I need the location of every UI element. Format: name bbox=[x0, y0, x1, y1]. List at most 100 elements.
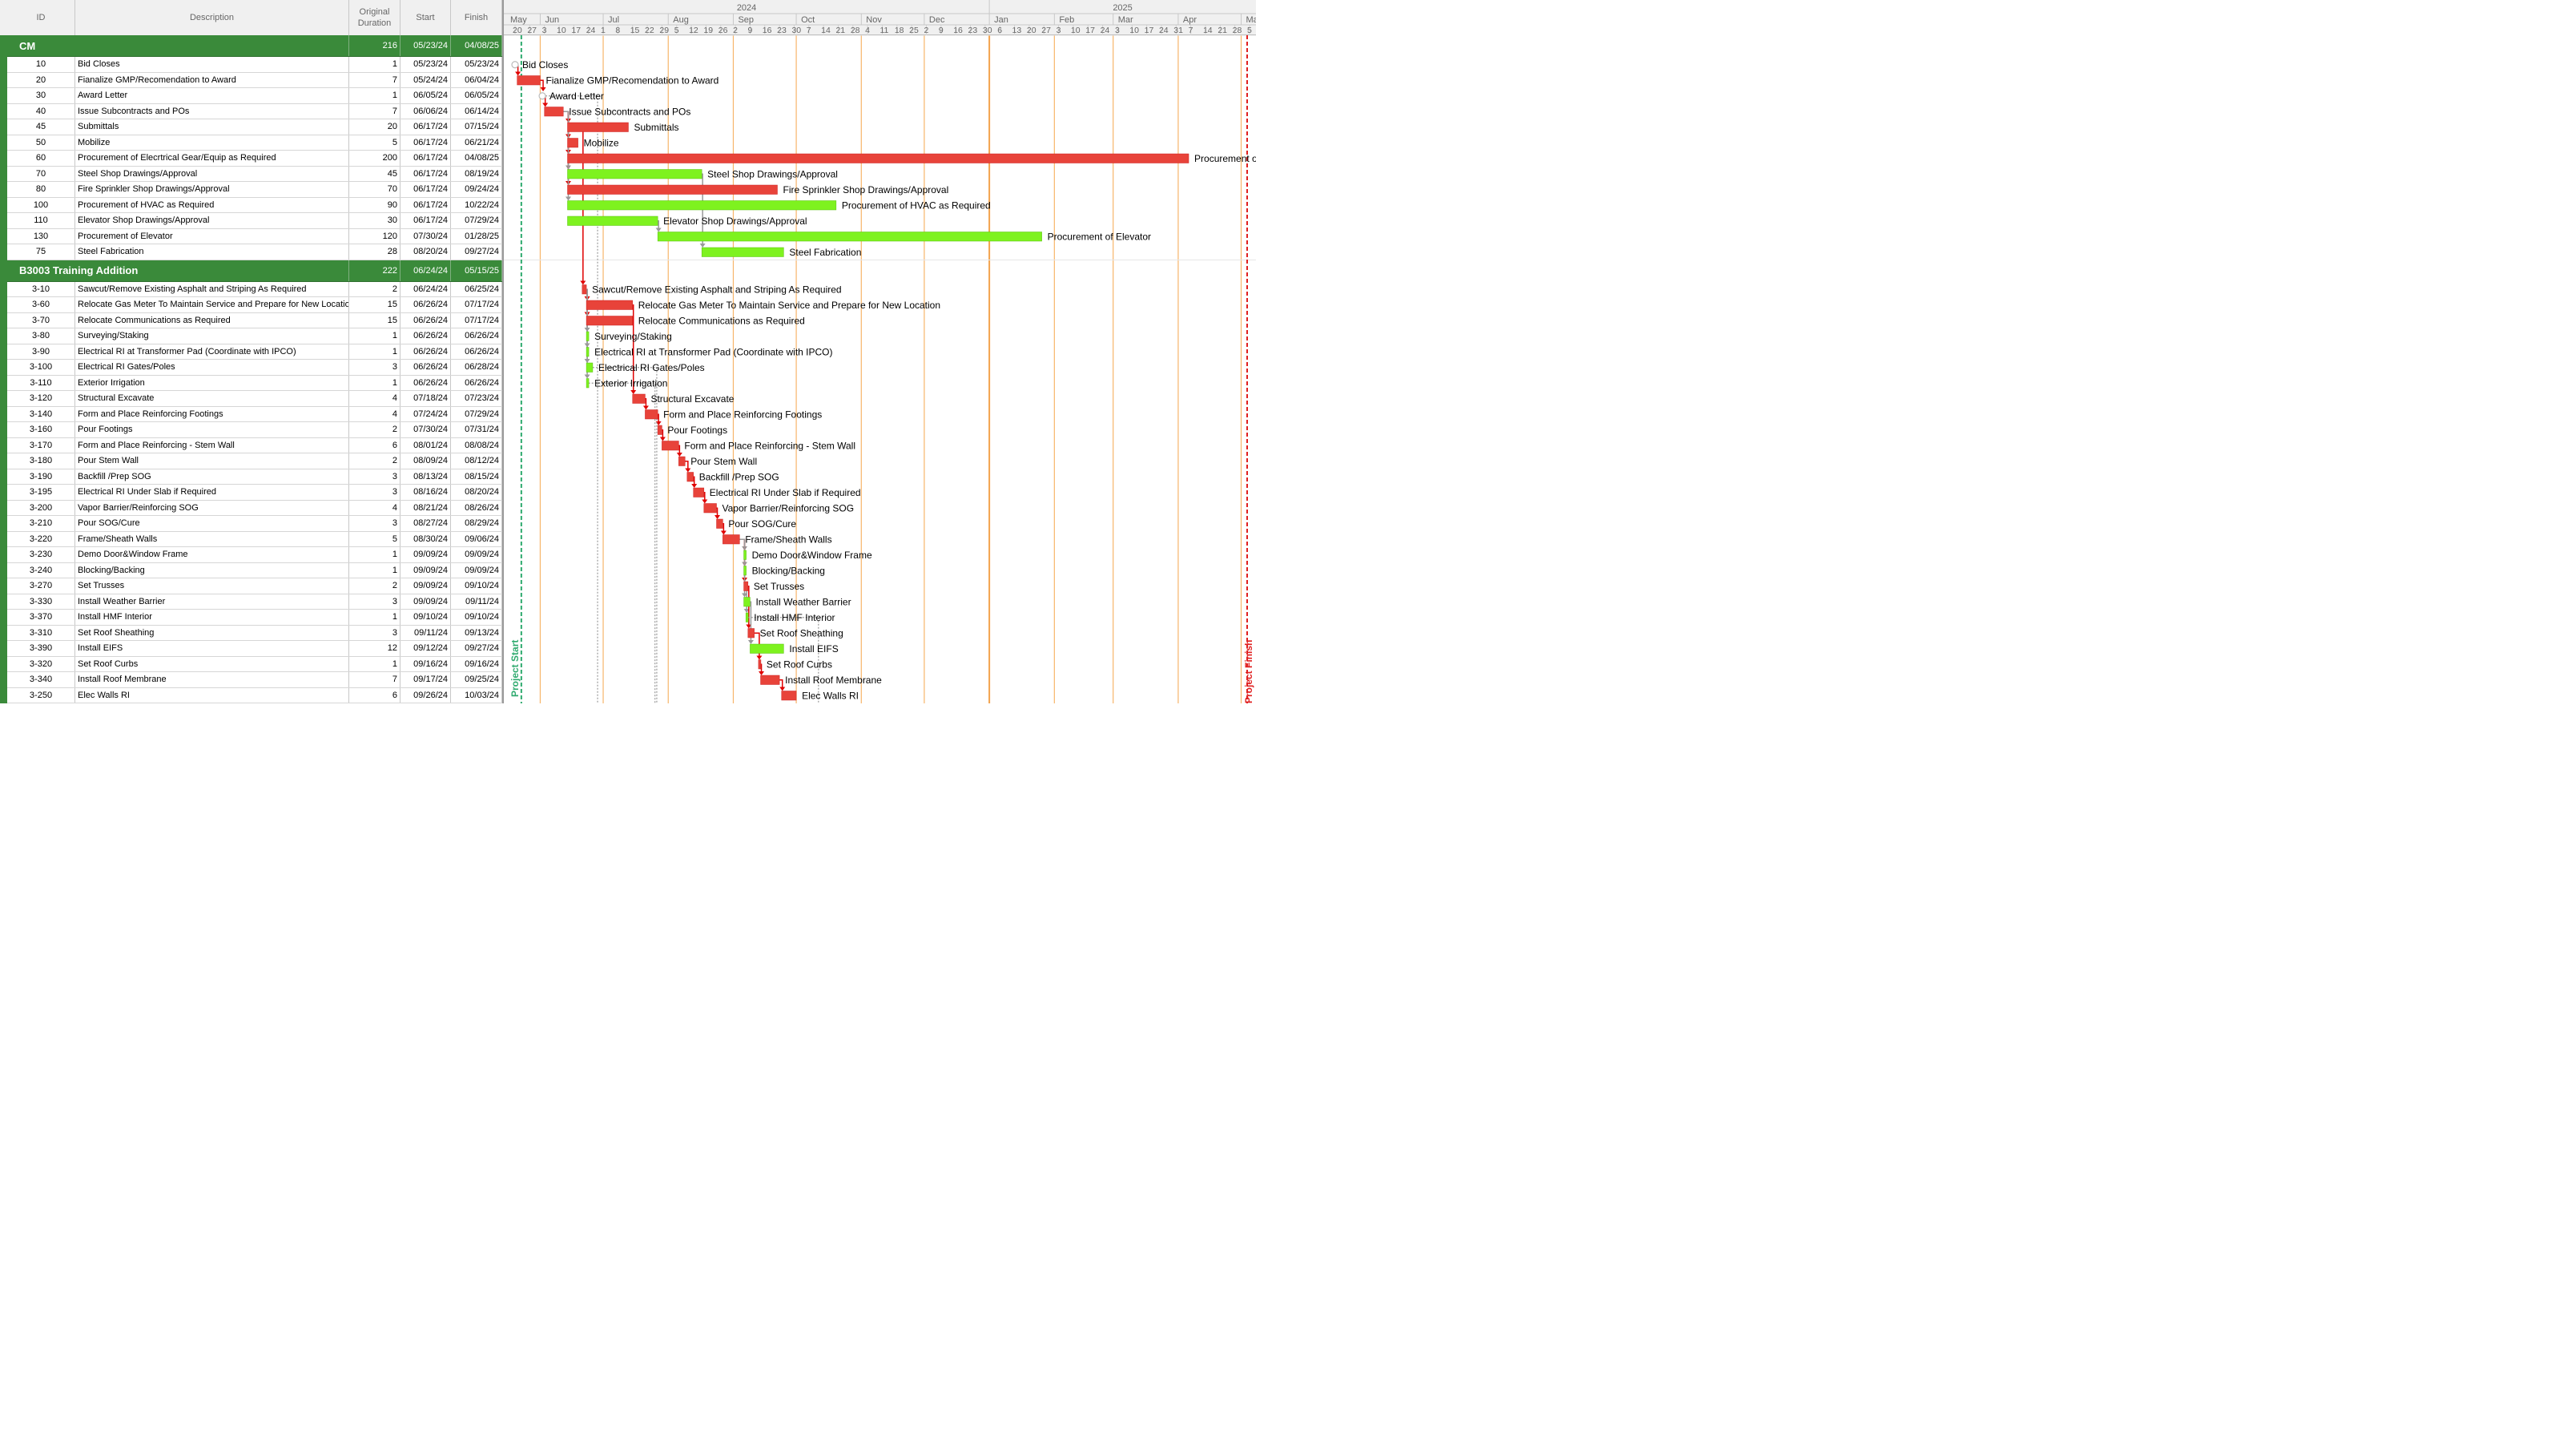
task-bar[interactable] bbox=[657, 232, 1042, 242]
task-row[interactable]: 3-80 Surveying/Staking 1 06/26/24 06/26/24 bbox=[0, 328, 502, 344]
task-row[interactable]: 3-270 Set Trusses 2 09/09/24 09/10/24 bbox=[0, 578, 502, 594]
critical-task-bar[interactable] bbox=[686, 472, 694, 482]
critical-task-bar[interactable] bbox=[586, 300, 633, 310]
critical-task-bar[interactable] bbox=[645, 409, 658, 420]
critical-task-bar[interactable] bbox=[743, 581, 749, 591]
task-row[interactable]: 10 Bid Closes 1 05/23/24 05/23/24 bbox=[0, 56, 502, 73]
task-bar[interactable] bbox=[586, 378, 590, 389]
task-row[interactable]: 3-220 Frame/Sheath Walls 5 08/30/24 09/06/24 bbox=[0, 530, 502, 548]
critical-task-bar[interactable] bbox=[760, 675, 780, 685]
task-row[interactable]: 3-250 Elec Walls RI 6 09/26/24 10/03/24 bbox=[0, 687, 502, 703]
critical-task-bar[interactable] bbox=[781, 691, 797, 701]
task-bar[interactable] bbox=[586, 347, 590, 357]
summary-duration: 216 bbox=[349, 35, 400, 56]
task-row[interactable]: 3-310 Set Roof Sheathing 3 09/11/24 09/13/24 bbox=[0, 624, 502, 642]
task-bar[interactable] bbox=[567, 169, 702, 179]
critical-task-bar[interactable] bbox=[678, 456, 686, 466]
column-header-start[interactable]: Start bbox=[400, 0, 451, 35]
task-row[interactable]: 3-230 Demo Door&Window Frame 1 09/09/24 09/0… bbox=[0, 546, 502, 563]
task-row[interactable]: 75 Steel Fabrication 28 08/20/24 09/27/24 bbox=[0, 244, 502, 260]
task-finish: 08/19/24 bbox=[451, 166, 502, 181]
summary-row[interactable]: CM 216 05/23/24 04/08/25 bbox=[0, 35, 502, 57]
critical-task-bar[interactable] bbox=[662, 441, 679, 451]
task-bar-label: Electrical RI at Transformer Pad (Coordi… bbox=[594, 346, 832, 357]
critical-task-bar[interactable] bbox=[544, 107, 564, 117]
task-row[interactable]: 3-140 Form and Place Reinforcing Footings… bbox=[0, 405, 502, 423]
task-bar-label: Set Roof Curbs bbox=[767, 659, 832, 670]
month-label: Nov bbox=[866, 15, 882, 25]
critical-task-bar[interactable] bbox=[582, 284, 587, 295]
task-row[interactable]: 3-170 Form and Place Reinforcing - Stem W… bbox=[0, 437, 502, 454]
critical-task-bar[interactable] bbox=[632, 393, 646, 404]
task-bar[interactable] bbox=[745, 612, 749, 622]
task-row[interactable]: 3-10 Sawcut/Remove Existing Asphalt and S… bbox=[0, 280, 502, 298]
task-row[interactable]: 40 Issue Subcontracts and POs 7 06/06/24 06/… bbox=[0, 103, 502, 120]
summary-row[interactable]: B3003 Training Addition 222 06/24/24 05/15/… bbox=[0, 260, 502, 282]
task-finish: 05/23/24 bbox=[451, 57, 502, 72]
task-row[interactable]: 70 Steel Shop Drawings/Approval 45 06/17/24… bbox=[0, 165, 502, 183]
task-bar[interactable] bbox=[567, 215, 658, 226]
group-stripe bbox=[0, 484, 7, 501]
task-bar[interactable] bbox=[586, 331, 590, 341]
critical-task-bar[interactable] bbox=[567, 184, 778, 195]
task-row[interactable]: 3-320 Set Roof Curbs 1 09/16/24 09/16/24 bbox=[0, 655, 502, 673]
task-row[interactable]: 3-160 Pour Footings 2 07/30/24 07/31/24 bbox=[0, 421, 502, 438]
week-day-label: 5 bbox=[674, 26, 679, 35]
column-header-duration[interactable]: Original Duration bbox=[349, 0, 400, 35]
task-row[interactable]: 130 Procurement of Elevator 120 07/30/24 01/… bbox=[0, 228, 502, 245]
critical-task-bar[interactable] bbox=[758, 659, 762, 670]
critical-task-bar[interactable] bbox=[567, 138, 578, 148]
task-bar-label: Bid Closes bbox=[522, 59, 568, 70]
critical-task-bar[interactable] bbox=[722, 534, 740, 545]
critical-task-bar[interactable] bbox=[657, 425, 662, 435]
task-row[interactable]: 3-195 Electrical RI Under Slab if Require… bbox=[0, 484, 502, 501]
column-header-description[interactable]: Description bbox=[75, 0, 349, 35]
task-bar[interactable] bbox=[743, 566, 747, 576]
task-description: Steel Shop Drawings/Approval bbox=[75, 166, 349, 181]
task-row[interactable]: 3-200 Vapor Barrier/Reinforcing SOG 4 08/21… bbox=[0, 499, 502, 517]
task-row[interactable]: 3-330 Install Weather Barrier 3 09/09/24 09/… bbox=[0, 593, 502, 610]
critical-task-bar[interactable] bbox=[703, 503, 717, 514]
column-header-finish[interactable]: Finish bbox=[451, 0, 502, 35]
task-row[interactable]: 45 Submittals 20 06/17/24 07/15/24 bbox=[0, 119, 502, 135]
critical-task-bar[interactable] bbox=[693, 487, 705, 497]
task-row[interactable]: 110 Elevator Shop Drawings/Approval 30 06/1… bbox=[0, 212, 502, 229]
task-row[interactable]: 3-120 Structural Excavate 4 07/18/24 07/23/2… bbox=[0, 390, 502, 407]
task-bar[interactable] bbox=[743, 550, 747, 560]
task-row[interactable]: 30 Award Letter 1 06/05/24 06/05/24 bbox=[0, 87, 502, 104]
critical-task-bar[interactable] bbox=[747, 628, 755, 638]
task-bar[interactable] bbox=[567, 200, 837, 211]
task-row[interactable]: 3-390 Install EIFS 12 09/12/24 09/27/24 bbox=[0, 640, 502, 657]
critical-task-bar[interactable] bbox=[567, 122, 629, 132]
milestone-marker[interactable] bbox=[538, 92, 546, 100]
task-bar[interactable] bbox=[701, 247, 784, 257]
task-id: 3-190 bbox=[7, 469, 75, 484]
task-row[interactable]: 3-70 Relocate Communications as Required 1… bbox=[0, 312, 502, 329]
task-row[interactable]: 3-370 Install HMF Interior 1 09/10/24 09/10/… bbox=[0, 609, 502, 626]
task-row[interactable]: 3-240 Blocking/Backing 1 09/09/24 09/09/24 bbox=[0, 562, 502, 579]
critical-task-bar[interactable] bbox=[586, 316, 633, 326]
task-row[interactable]: 50 Mobilize 5 06/17/24 06/21/24 bbox=[0, 134, 502, 151]
task-bar[interactable] bbox=[586, 362, 594, 373]
task-row[interactable]: 3-190 Backfill /Prep SOG 3 08/13/24 08/15/24 bbox=[0, 468, 502, 485]
task-row[interactable]: 3-210 Pour SOG/Cure 3 08/27/24 08/29/24 bbox=[0, 515, 502, 532]
critical-task-bar[interactable] bbox=[567, 153, 1189, 163]
task-row[interactable]: 20 Fianalize GMP/Recomendation to Award 7 0… bbox=[0, 71, 502, 89]
task-start: 08/30/24 bbox=[400, 531, 451, 546]
task-row[interactable]: 80 Fire Sprinkler Shop Drawings/Approval 7… bbox=[0, 181, 502, 198]
task-row[interactable]: 60 Procurement of Elecrtrical Gear/Equip … bbox=[0, 150, 502, 167]
task-row[interactable]: 3-90 Electrical RI at Transformer Pad (Co… bbox=[0, 343, 502, 360]
task-row[interactable]: 3-340 Install Roof Membrane 7 09/17/24 09/25… bbox=[0, 671, 502, 688]
task-row[interactable]: 3-180 Pour Stem Wall 2 08/09/24 08/12/24 bbox=[0, 453, 502, 469]
task-row[interactable]: 3-60 Relocate Gas Meter To Maintain Servi… bbox=[0, 296, 502, 313]
task-row[interactable]: 3-110 Exterior Irrigation 1 06/26/24 06/26/2… bbox=[0, 374, 502, 392]
critical-task-bar[interactable] bbox=[517, 75, 541, 86]
task-bar[interactable] bbox=[750, 643, 784, 654]
task-row[interactable]: 3-100 Electrical RI Gates/Poles 3 06/26/24 0… bbox=[0, 359, 502, 376]
milestone-marker[interactable] bbox=[511, 61, 519, 69]
task-id: 3-90 bbox=[7, 344, 75, 359]
task-row[interactable]: 100 Procurement of HVAC as Required 90 06/1… bbox=[0, 196, 502, 214]
column-header-id[interactable]: ID bbox=[7, 0, 75, 35]
task-bar[interactable] bbox=[743, 597, 751, 607]
critical-task-bar[interactable] bbox=[716, 518, 723, 529]
